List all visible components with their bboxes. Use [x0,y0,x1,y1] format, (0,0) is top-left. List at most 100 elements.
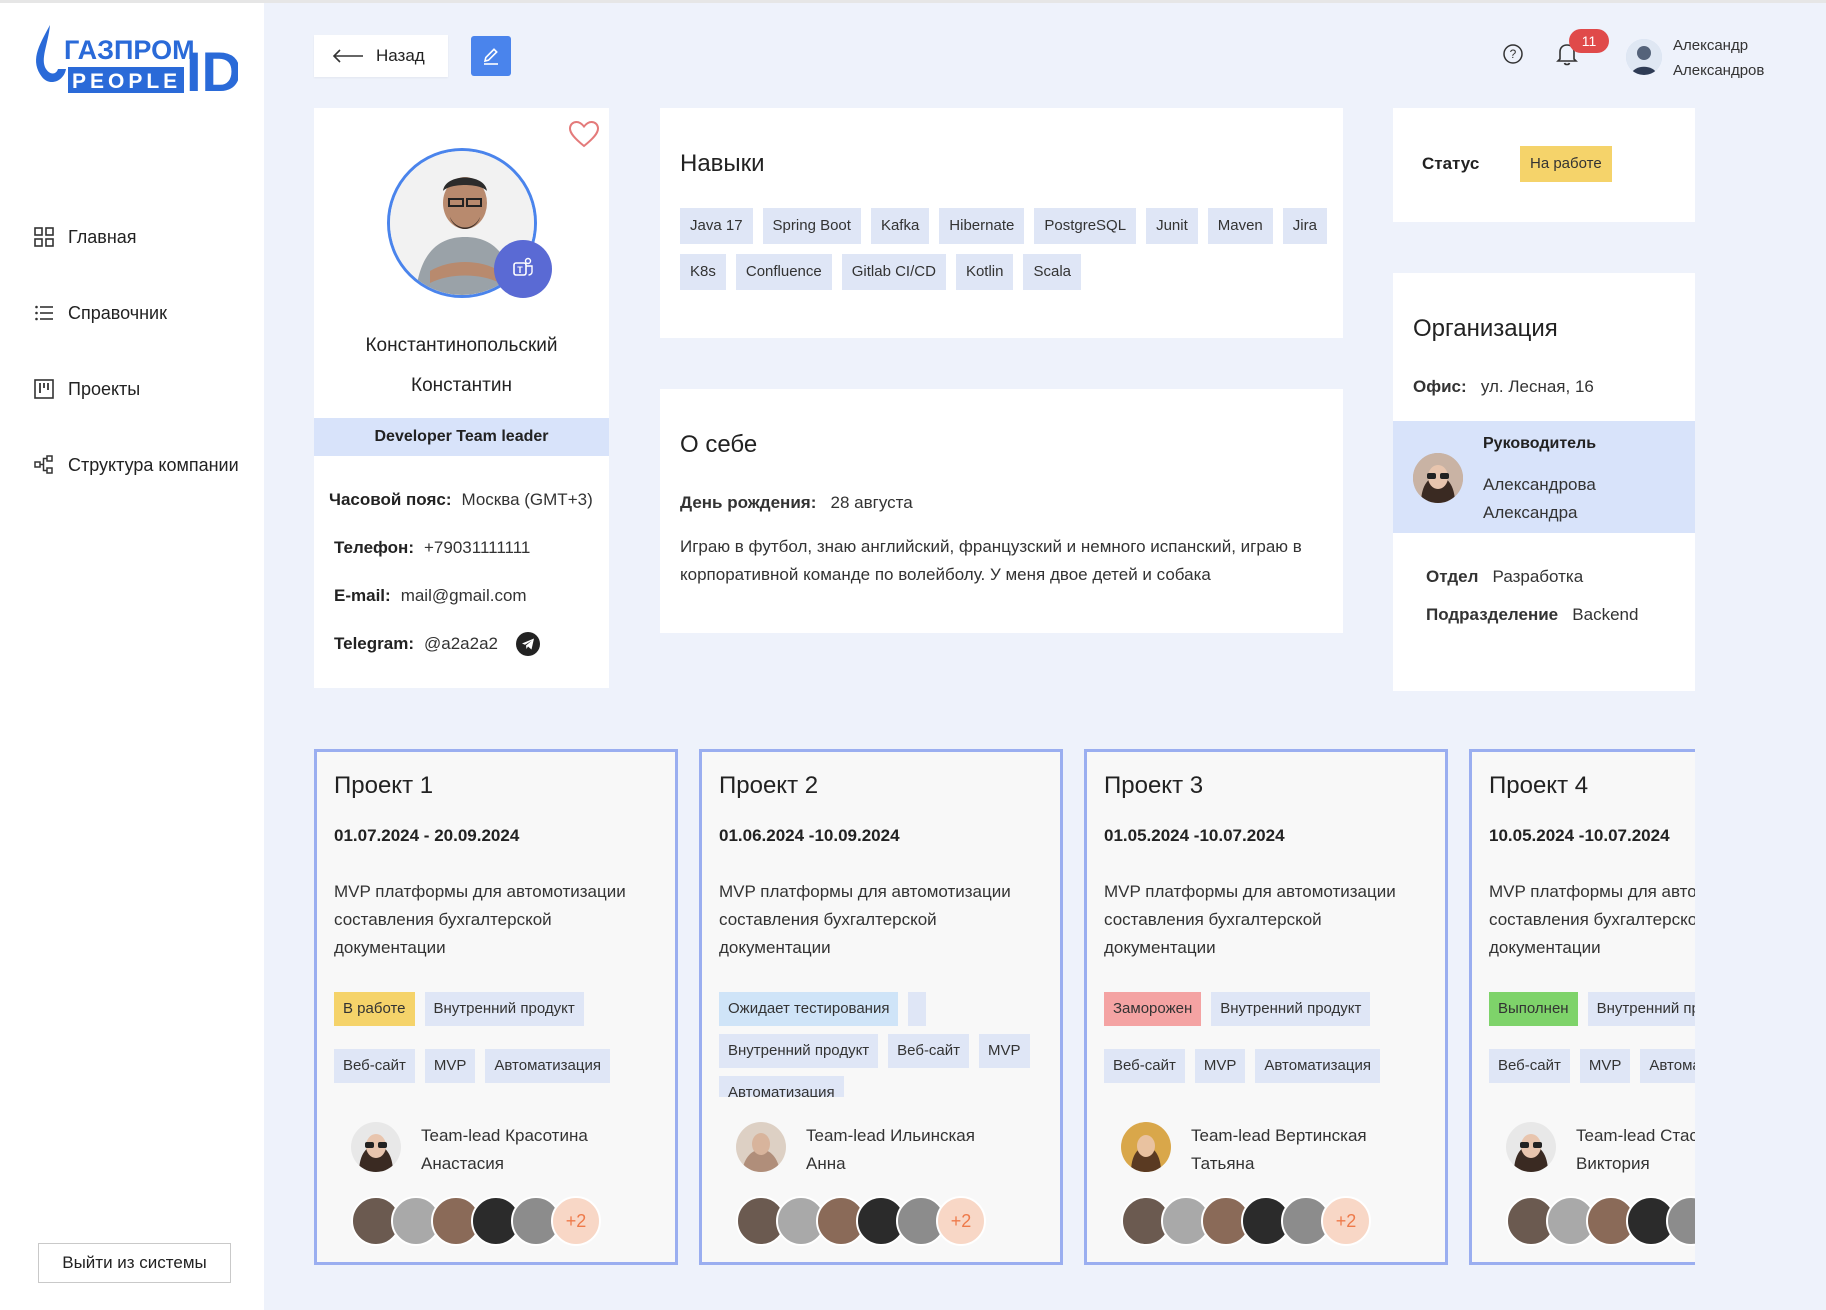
logout-button[interactable]: Выйти из системы [38,1243,231,1283]
project-card[interactable]: Проект 1 01.07.2024 - 20.09.2024 MVP пла… [314,749,678,1265]
department-label: Отдел [1426,567,1479,586]
project-tag: Веб-сайт [888,1034,970,1068]
back-button[interactable]: Назад [314,35,448,77]
sidebar-item-label: Проекты [68,378,141,399]
timezone-label: Часовой пояс: [329,490,452,509]
help-icon[interactable]: ? [1502,43,1524,65]
arrow-left-icon [332,49,363,63]
project-description: MVP платформы для автомотизации составле… [334,882,626,957]
profile-first-name: Константин [411,375,512,396]
svg-text:?: ? [1510,47,1517,61]
project-tag: Веб-сайт [1489,1048,1570,1083]
department-value: Разработка [1492,567,1584,586]
skills-title: Навыки [680,150,765,177]
user-name[interactable]: Александр Александров [1673,33,1764,83]
projects-row: Проект 1 01.07.2024 - 20.09.2024 MVP пла… [314,749,1695,1269]
project-tag: Автоматизация [1255,1048,1380,1083]
sidebar-item-label: Структура компании [68,454,239,475]
project-description: MVP платформы для автомотизации составле… [719,882,1011,957]
manager-first-name: Александра [1483,503,1578,522]
skill-chip: Spring Boot [762,208,861,244]
skill-chip: Scala [1023,254,1081,290]
gazprom-people-id-logo[interactable]: ГАЗПРОМ PEOPLE ID [28,17,242,103]
sidebar-item-label: Справочник [68,302,167,323]
manager-title: Руководитель [1483,435,1597,452]
project-tag: Внутренний продукт [1211,992,1371,1026]
about-card: О себе День рождения: 28 августа Играю в… [660,389,1343,633]
list-icon [35,305,53,321]
office-label: Офис: [1413,377,1467,396]
status-card: Статус На работе [1393,108,1695,222]
skill-chip: Hibernate [939,208,1025,244]
project-tag: Внутренний продукт [1587,992,1695,1026]
sidebar: ГАЗПРОМ PEOPLE ID Главная Справочник Про… [0,0,264,1310]
hierarchy-icon [34,455,53,474]
project-dates: 01.06.2024 -10.09.2024 [719,826,900,845]
team-lead-name: Team-lead Красотина Анастасия [421,1122,671,1178]
telegram-label: Telegram: [334,634,414,653]
project-tag: MVP [979,1034,1030,1068]
teams-icon[interactable]: T [494,240,552,298]
team-lead-name: Team-lead Ильинская Анна [806,1122,1056,1178]
profile-name: Константинопольский Константин [314,326,609,406]
back-label: Назад [376,46,425,65]
project-title: Проект 3 [1104,772,1204,799]
project-description: MVP платформы для автомотизации составле… [1104,882,1396,957]
project-status-badge: Выполнен [1489,992,1578,1026]
team-lead-name: Team-lead Вертинская Татьяна [1191,1122,1441,1178]
project-tags: Заморожен Внутренний продукт Веб-сайт MV… [1104,992,1444,1097]
email-value[interactable]: mail@gmail.com [401,586,527,606]
sidebar-item-projects[interactable]: Проекты [34,351,239,427]
team-lead-avatar [1506,1122,1556,1172]
user-avatar[interactable] [1626,39,1662,75]
project-dates: 01.07.2024 - 20.09.2024 [334,826,520,845]
project-title: Проект 1 [334,772,434,799]
sidebar-item-directory[interactable]: Справочник [34,275,239,351]
manager-avatar [1413,453,1463,503]
project-card[interactable]: Проект 2 01.06.2024 -10.09.2024 MVP плат… [699,749,1063,1265]
project-tag: Автоматизация [485,1048,610,1083]
skills-card: Навыки Java 17 Spring Boot Kafka Hiberna… [660,108,1343,338]
more-members-button[interactable]: +2 [936,1196,986,1246]
telegram-value[interactable]: @a2a2a2 [424,634,498,654]
birthday-label: День рождения: [680,493,817,512]
project-description: MVP платформы для автомотизации составле… [1489,882,1695,957]
project-tag: Веб-сайт [1104,1048,1185,1083]
project-tag: Внутренний продукт [719,1034,879,1068]
project-title: Проект 2 [719,772,819,799]
team-members: +2 [736,1196,986,1246]
organization-card: Организация Офис: ул. Лесная, 16 Руковод… [1393,273,1695,691]
main-nav: Главная Справочник Проекты Структура ком… [34,199,239,503]
project-dates: 10.05.2024 -10.07.2024 [1489,826,1670,845]
team-lead-line2: Анастасия [421,1154,504,1173]
grid-icon [34,227,54,247]
department-row: Отдел Разработка [1426,567,1583,587]
phone-value[interactable]: +79031111111 [424,538,530,558]
project-tags: Выполнен Внутренний продукт Веб-сайт MVP… [1489,992,1695,1097]
project-tag: Веб-сайт [334,1048,415,1083]
team-lead-line1: Team-lead Красотина [421,1126,588,1145]
project-status-badge: Ожидает тестирования [719,992,899,1026]
skill-chip: Kotlin [955,254,1014,290]
skill-chip: Jira [1282,208,1327,244]
project-tags: В работе Внутренний продукт Веб-сайт MVP… [334,992,674,1097]
project-card[interactable]: Проект 4 10.05.2024 -10.07.2024 MVP плат… [1469,749,1695,1265]
sidebar-item-home[interactable]: Главная [34,199,239,275]
edit-button[interactable] [471,36,511,76]
manager-block[interactable]: Руководитель Александрова Александра [1393,421,1695,533]
heart-icon[interactable] [568,120,600,148]
telegram-icon[interactable] [516,632,540,656]
timezone-row: Часовой пояс: Москва (GMT+3) [329,490,593,510]
organization-title: Организация [1413,315,1558,342]
more-members-button[interactable]: +2 [1321,1196,1371,1246]
project-card[interactable]: Проект 3 01.05.2024 -10.07.2024 MVP плат… [1084,749,1448,1265]
profile-card: T Константинопольский Константин Develop… [314,108,609,688]
project-title: Проект 4 [1489,772,1589,799]
project-status-badge: Заморожен [1104,992,1202,1026]
more-members-button[interactable]: +2 [551,1196,601,1246]
sidebar-item-company-structure[interactable]: Структура компании [34,427,239,503]
logo-text-id: ID [186,40,238,97]
skill-chip: Java 17 [680,208,753,244]
main-content: Назад ? 11 Александр Александров T Конст… [264,0,1826,1310]
about-title: О себе [680,431,758,458]
